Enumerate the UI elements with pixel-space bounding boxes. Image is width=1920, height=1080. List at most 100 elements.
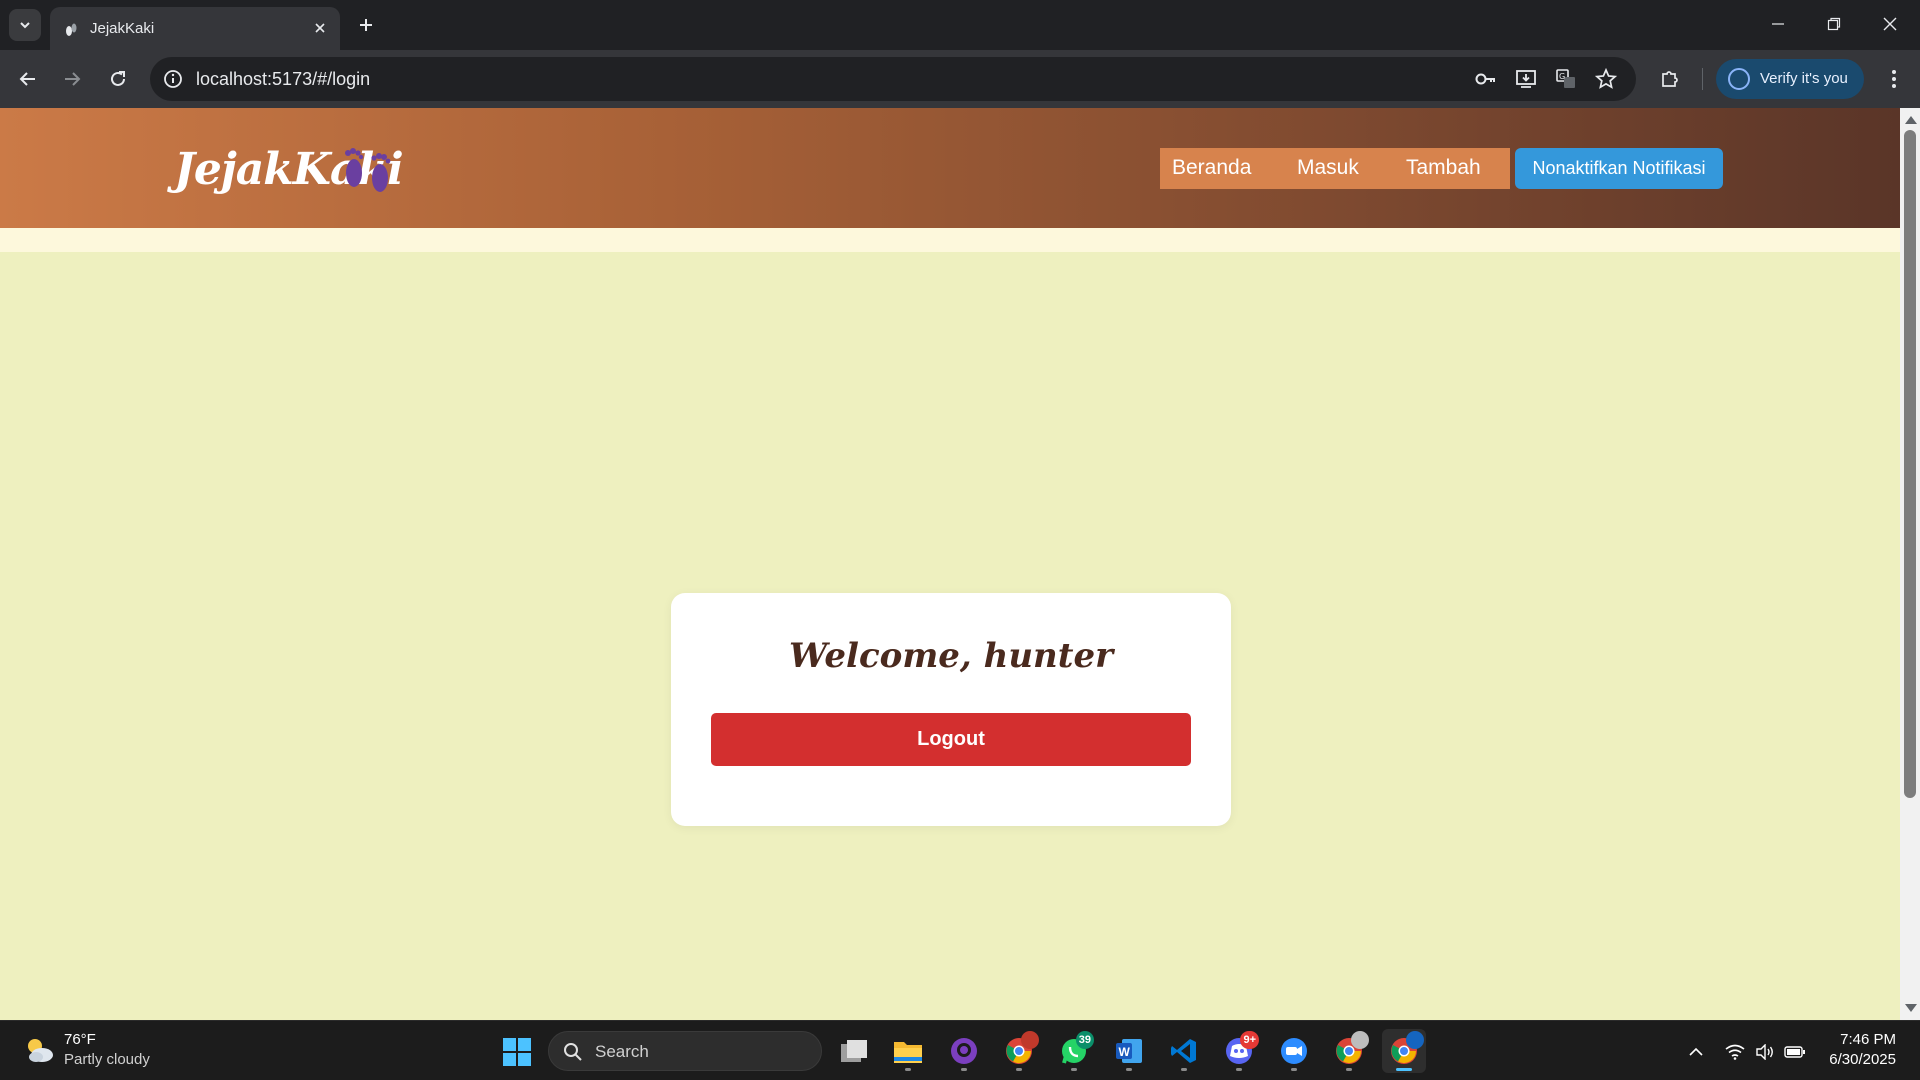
discord-unread-badge: 9+ <box>1240 1031 1259 1049</box>
word-app[interactable]: W <box>1107 1029 1151 1073</box>
windows-start-icon[interactable] <box>502 1037 532 1067</box>
chrome-profile-1-app[interactable] <box>997 1029 1041 1073</box>
running-indicator <box>1291 1068 1297 1071</box>
welcome-heading: Welcome, hunter <box>788 636 1114 676</box>
running-indicator <box>1181 1068 1187 1071</box>
discord-app[interactable]: 9+ <box>1217 1029 1261 1073</box>
nav-home-link[interactable]: Beranda <box>1172 156 1251 180</box>
windows-taskbar: 76°F Partly cloudy Search 39 W 9+ 7:46 P… <box>0 1020 1920 1080</box>
logout-button[interactable]: Logout <box>711 713 1191 766</box>
browser-menu-button[interactable] <box>1880 65 1908 93</box>
search-placeholder: Search <box>595 1042 649 1061</box>
translate-button[interactable]: G <box>1554 67 1578 91</box>
task-view-app[interactable] <box>832 1029 876 1073</box>
install-icon <box>1516 70 1536 88</box>
restore-icon <box>1827 17 1841 31</box>
vscode-icon <box>1171 1039 1196 1063</box>
scroll-up-arrow-icon[interactable] <box>1905 116 1917 124</box>
verify-profile-button[interactable]: Verify it's you <box>1716 59 1864 99</box>
password-key-button[interactable] <box>1474 67 1498 91</box>
running-indicator <box>1236 1068 1242 1071</box>
browser-toolbar: localhost:5173/#/login G Verify it's you <box>0 50 1920 108</box>
welcome-card: Welcome, hunter Logout <box>671 593 1231 826</box>
reload-button[interactable] <box>102 63 134 95</box>
close-icon <box>315 23 325 33</box>
taskbar-search[interactable]: Search <box>548 1031 822 1071</box>
new-tab-button[interactable] <box>352 11 380 39</box>
close-window-button[interactable] <box>1870 8 1910 40</box>
partly-cloudy-icon[interactable] <box>22 1033 56 1067</box>
footprints-icon <box>345 148 391 192</box>
profile-avatar-badge <box>1406 1031 1424 1049</box>
file-explorer-app[interactable] <box>886 1029 930 1073</box>
translate-icon: G <box>1556 69 1575 88</box>
disable-notification-button[interactable]: Nonaktifkan Notifikasi <box>1515 148 1723 189</box>
scroll-thumb[interactable] <box>1904 130 1916 798</box>
nav-add-link[interactable]: Tambah <box>1406 156 1481 180</box>
whatsapp-app[interactable]: 39 <box>1052 1029 1096 1073</box>
wifi-status[interactable] <box>1724 1041 1746 1063</box>
github-desktop-app[interactable] <box>942 1029 986 1073</box>
install-app-button[interactable] <box>1514 67 1538 91</box>
bookmark-button[interactable] <box>1594 67 1618 91</box>
running-indicator <box>1396 1068 1412 1071</box>
word-icon: W <box>1116 1039 1142 1063</box>
back-button[interactable] <box>12 63 44 95</box>
running-indicator <box>1071 1068 1077 1071</box>
chrome-profile-2-app[interactable] <box>1327 1029 1371 1073</box>
restore-button[interactable] <box>1814 8 1854 40</box>
browser-tab[interactable]: JejakKaki <box>50 7 340 50</box>
svg-text:G: G <box>1559 72 1565 81</box>
weather-temperature: 76°F <box>64 1031 96 1048</box>
header-divider-strip <box>0 228 1900 252</box>
toolbar-divider <box>1702 68 1703 90</box>
address-url: localhost:5173/#/login <box>196 69 371 89</box>
chevron-up-icon <box>1689 1047 1703 1056</box>
vscode-app[interactable] <box>1162 1029 1206 1073</box>
wifi-icon <box>1725 1044 1745 1060</box>
more-vertical-icon <box>1892 70 1896 88</box>
clock-date[interactable]: 6/30/2025 <box>1812 1051 1896 1068</box>
svg-text:W: W <box>1119 1045 1131 1059</box>
plus-icon <box>360 19 372 31</box>
show-hidden-icons-button[interactable] <box>1685 1041 1707 1063</box>
running-indicator <box>1126 1068 1132 1071</box>
chevron-down-icon <box>20 22 30 29</box>
page-scrollbar[interactable] <box>1900 108 1920 1020</box>
battery-status[interactable] <box>1784 1041 1806 1063</box>
address-bar[interactable]: localhost:5173/#/login G <box>150 57 1636 101</box>
clock-time[interactable]: 7:46 PM <box>1812 1031 1896 1048</box>
tab-title: JejakKaki <box>90 20 155 37</box>
browser-tab-bar: JejakKaki <box>0 0 1920 50</box>
chrome-profile-3-app[interactable] <box>1382 1029 1426 1073</box>
verify-label: Verify it's you <box>1760 70 1848 87</box>
whatsapp-unread-badge: 39 <box>1075 1031 1094 1049</box>
profile-avatar-badge <box>1021 1031 1039 1049</box>
running-indicator <box>1016 1068 1022 1071</box>
forward-button[interactable] <box>56 63 88 95</box>
main-nav: Beranda Masuk Tambah <box>1160 148 1510 189</box>
reload-icon <box>111 71 125 86</box>
zoom-app[interactable] <box>1272 1029 1316 1073</box>
tab-close-button[interactable] <box>310 18 330 38</box>
scroll-down-arrow-icon[interactable] <box>1905 1004 1917 1012</box>
puzzle-icon <box>1662 71 1678 87</box>
tab-search-button[interactable] <box>9 9 41 41</box>
site-info-icon[interactable] <box>162 68 184 90</box>
star-icon <box>1595 68 1617 89</box>
page-viewport: JejakKaki Beranda Masuk Tambah Nonaktifk… <box>0 108 1900 1020</box>
minimize-button[interactable] <box>1758 8 1798 40</box>
profile-icon <box>1728 68 1750 90</box>
extensions-button[interactable] <box>1656 65 1684 93</box>
zoom-icon <box>1281 1038 1307 1064</box>
profile-avatar-badge <box>1351 1031 1369 1049</box>
site-header: JejakKaki Beranda Masuk Tambah Nonaktifk… <box>0 108 1900 228</box>
key-icon <box>1475 73 1495 85</box>
volume-control[interactable] <box>1754 1041 1776 1063</box>
weather-description: Partly cloudy <box>64 1051 150 1068</box>
close-icon <box>1883 17 1897 31</box>
folder-icon <box>894 1042 922 1063</box>
speaker-icon <box>1756 1044 1773 1060</box>
battery-icon <box>1784 1046 1805 1058</box>
nav-login-link[interactable]: Masuk <box>1297 156 1359 180</box>
